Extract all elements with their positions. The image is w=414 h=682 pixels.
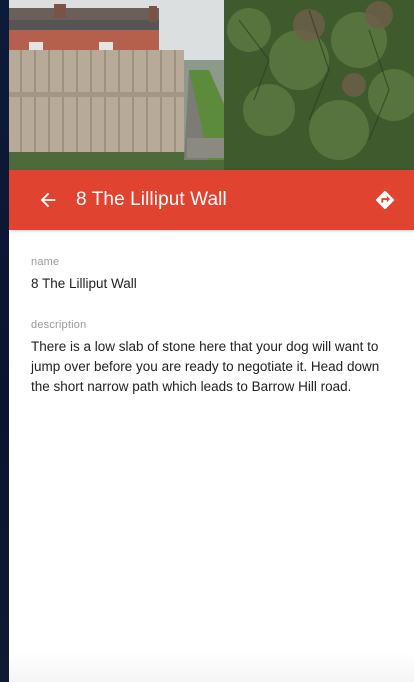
description-label: description [31,319,87,331]
description-field: description There is a low slab of stone… [31,319,401,397]
details-section: name 8 The Lilliput Wall description The… [31,256,401,397]
app-bar: 8 The Lilliput Wall [9,170,414,230]
left-edge-strip [0,0,9,682]
directions-button[interactable] [363,178,407,222]
description-value: There is a low slab of stone here that y… [31,339,380,394]
page-title: 8 The Lilliput Wall [76,189,227,210]
arrow-left-icon [40,192,56,208]
name-label: name [31,256,60,268]
name-field: name 8 The Lilliput Wall [31,256,401,294]
bottom-fade [9,652,414,682]
path-photo-illustration [9,0,414,170]
walk-point-detail-screen: 8 The Lilliput Wall name 8 The Lilliput … [0,0,414,682]
directions-icon [375,190,395,210]
header-photo [9,0,414,170]
name-value: 8 The Lilliput Wall [31,276,137,291]
back-button[interactable] [26,178,70,222]
